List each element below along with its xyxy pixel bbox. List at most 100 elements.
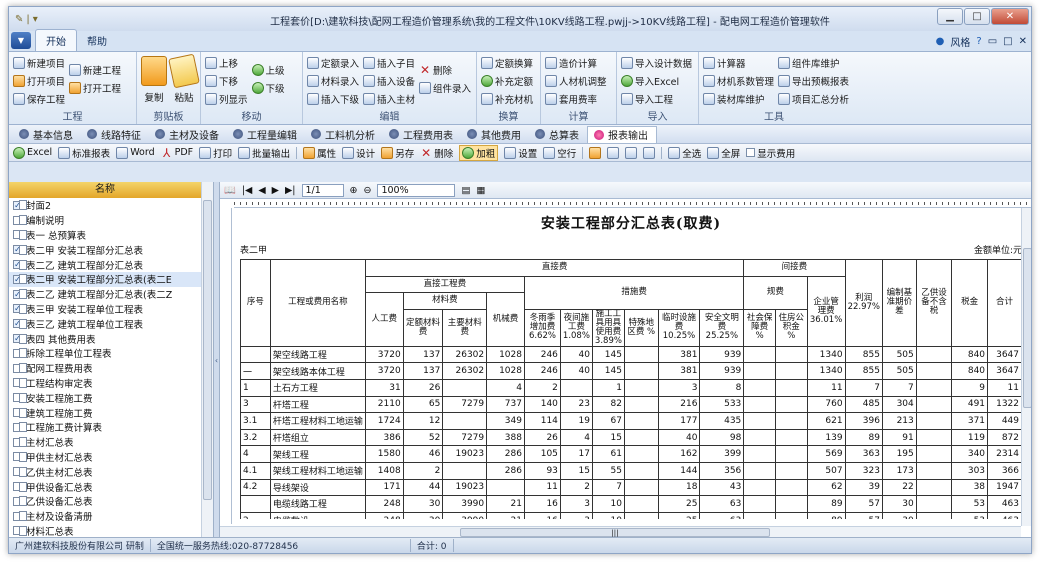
report-list-item[interactable]: 表一 总预算表 bbox=[9, 228, 213, 243]
tab-total-table[interactable]: 总算表 bbox=[529, 126, 587, 143]
report-list-item[interactable]: 甲供设备汇总表 bbox=[9, 479, 213, 494]
report-list-item[interactable]: ✓ 表二乙 建筑工程部分汇总表(表二Z bbox=[9, 287, 213, 302]
new-project-button[interactable]: 新建项目 bbox=[13, 54, 65, 71]
quota-entry-button[interactable]: 定额录入 bbox=[307, 54, 359, 71]
level-up-button[interactable]: 上级 bbox=[251, 61, 285, 78]
zoom-in-icon[interactable]: ⊕ bbox=[350, 185, 358, 196]
report-list-item[interactable]: ✓ 表三甲 安装工程单位工程表 bbox=[9, 302, 213, 317]
new-file-button[interactable] bbox=[607, 146, 620, 159]
page-setup-icon[interactable]: ▦ bbox=[476, 185, 485, 196]
scroll-thumb[interactable]: ||| bbox=[460, 528, 770, 537]
ribbon-restore-icon[interactable]: □ bbox=[1003, 36, 1012, 47]
insert-sublevel-button[interactable]: 插入下级 bbox=[307, 90, 359, 107]
blank-row-button[interactable]: 空行 bbox=[543, 146, 576, 160]
delete-button[interactable]: ✕ 删除 bbox=[419, 61, 471, 78]
cost-calc-button[interactable]: 造价计算 bbox=[545, 54, 607, 71]
export-file-button[interactable] bbox=[643, 146, 656, 159]
scroll-thumb[interactable] bbox=[203, 200, 212, 500]
minimize-button[interactable]: ▁ bbox=[937, 8, 963, 25]
first-page-icon[interactable]: |◀ bbox=[242, 185, 253, 196]
tab-cost-table[interactable]: 工程费用表 bbox=[383, 126, 461, 143]
material-coef-button[interactable]: 材机系数管理 bbox=[703, 72, 774, 89]
view-mode-icon[interactable]: ▤ bbox=[461, 185, 470, 196]
last-page-icon[interactable]: ▶| bbox=[285, 185, 296, 196]
tab-quantity[interactable]: 工程量编辑 bbox=[227, 126, 305, 143]
report-list-item[interactable]: 工程施工费计算表 bbox=[9, 420, 213, 435]
ribbon-minimize-icon[interactable]: ▭ bbox=[988, 36, 997, 47]
insert-subitem-button[interactable]: 插入子目 bbox=[363, 54, 415, 71]
level-down-button[interactable]: 下级 bbox=[251, 79, 285, 96]
report-list-item[interactable]: 拆除工程单位工程表 bbox=[9, 346, 213, 361]
delete-report-button[interactable]: ✕ 删除 bbox=[420, 146, 453, 160]
report-list-item[interactable]: ✓ 表二乙 建筑工程部分汇总表 bbox=[9, 257, 213, 272]
fullscreen-button[interactable]: 全屏 bbox=[707, 146, 740, 160]
move-down-button[interactable]: 下移 bbox=[205, 72, 248, 89]
select-all-button[interactable]: 全选 bbox=[668, 146, 701, 160]
project-summary-button[interactable]: 项目汇总分析 bbox=[778, 90, 849, 107]
report-list-item[interactable]: 编制说明 bbox=[9, 213, 213, 228]
component-entry-button[interactable]: 组件录入 bbox=[419, 79, 471, 96]
report-list-item[interactable]: ✓ 封面2 bbox=[9, 198, 213, 213]
pdf-button[interactable]: ⅄ PDF bbox=[161, 147, 193, 159]
report-list-item[interactable]: 乙供设备汇总表 bbox=[9, 494, 213, 509]
material-lib-button[interactable]: 装材库维护 bbox=[703, 90, 774, 107]
report-list-item[interactable]: 工程结构审定表 bbox=[9, 376, 213, 391]
calculator-button[interactable]: 计算器 bbox=[703, 54, 774, 71]
image-button[interactable] bbox=[625, 146, 638, 159]
report-list-item[interactable]: 主材及设备清册 bbox=[9, 509, 213, 524]
zoom-select[interactable]: 100% bbox=[377, 183, 456, 197]
report-list-item[interactable]: ✓ 表四 其他费用表 bbox=[9, 331, 213, 346]
style-menu[interactable]: 风格 bbox=[950, 34, 970, 49]
quota-convert-button[interactable]: 定额换算 bbox=[481, 54, 533, 71]
settings-button[interactable]: 设置 bbox=[504, 146, 537, 160]
tab-basic-info[interactable]: 基本信息 bbox=[13, 126, 81, 143]
report-list-item[interactable]: 建筑工程施工费 bbox=[9, 405, 213, 420]
supplement-quota-button[interactable]: 补充定额 bbox=[481, 72, 533, 89]
report-list-item[interactable]: ✓ 表二甲 安装工程部分汇总表 bbox=[9, 242, 213, 257]
supplement-material-button[interactable]: 补充材机 bbox=[481, 90, 533, 107]
zoom-out-icon[interactable]: ⊖ bbox=[363, 185, 371, 196]
tab-start[interactable]: 开始 bbox=[35, 29, 77, 51]
maximize-button[interactable]: □ bbox=[964, 8, 990, 25]
material-entry-button[interactable]: 材料录入 bbox=[307, 72, 359, 89]
insert-main-material-button[interactable]: 插入主材 bbox=[363, 90, 415, 107]
report-list-item[interactable]: ✓ 表三乙 建筑工程单位工程表 bbox=[9, 316, 213, 331]
prev-page-icon[interactable]: ◀ bbox=[258, 185, 265, 196]
column-display-button[interactable]: 列显示 bbox=[205, 90, 248, 107]
open-project-button[interactable]: 打开项目 bbox=[13, 72, 65, 89]
move-up-button[interactable]: 上移 bbox=[205, 54, 248, 71]
export-report-button[interactable]: 导出预概报表 bbox=[778, 72, 849, 89]
component-lib-button[interactable]: 组件库维护 bbox=[778, 54, 849, 71]
scroll-thumb[interactable] bbox=[1023, 248, 1031, 408]
report-list-scrollbar[interactable] bbox=[201, 182, 213, 538]
standard-report-button[interactable]: 标准报表 bbox=[58, 146, 110, 160]
tab-other-fees[interactable]: 其他费用 bbox=[461, 126, 529, 143]
word-button[interactable]: Word bbox=[116, 146, 155, 159]
app-menu-button[interactable]: ▼ bbox=[11, 32, 31, 49]
next-page-icon[interactable]: ▶ bbox=[272, 185, 279, 196]
save-project-button[interactable]: 保存工程 bbox=[13, 90, 65, 107]
tab-labor-analysis[interactable]: 工料机分析 bbox=[305, 126, 383, 143]
report-list-item[interactable]: 安装工程施工费 bbox=[9, 390, 213, 405]
book-icon[interactable]: 📖 bbox=[224, 185, 236, 196]
tab-line-features[interactable]: 线路特征 bbox=[81, 126, 149, 143]
apply-rate-button[interactable]: 套用费率 bbox=[545, 90, 607, 107]
page-number-field[interactable]: 1/1 bbox=[301, 183, 344, 197]
new-project-item-button[interactable]: 新建工程 bbox=[69, 61, 121, 78]
report-list-item[interactable]: ✓ 表二甲 安装工程部分汇总表(表二E bbox=[9, 271, 213, 287]
properties-button[interactable]: 属性 bbox=[303, 146, 336, 160]
tab-report-output[interactable]: 报表输出 bbox=[587, 125, 657, 143]
report-list-item[interactable]: 甲供主材汇总表 bbox=[9, 450, 213, 465]
tab-help[interactable]: 帮助 bbox=[77, 30, 117, 51]
excel-button[interactable]: Excel bbox=[13, 146, 52, 159]
ribbon-close-icon[interactable]: ✕ bbox=[1019, 36, 1027, 47]
import-excel-button[interactable]: 导入Excel bbox=[621, 72, 692, 89]
design-button[interactable]: 设计 bbox=[342, 146, 375, 160]
labor-material-adjust-button[interactable]: 人材机调整 bbox=[545, 72, 607, 89]
report-list-item[interactable]: 配网工程费用表 bbox=[9, 361, 213, 376]
open-folder-button[interactable] bbox=[589, 146, 602, 159]
report-list-item[interactable]: 主材汇总表 bbox=[9, 435, 213, 450]
copy-button[interactable]: 复制 bbox=[141, 54, 167, 110]
print-button[interactable]: 打印 bbox=[199, 146, 232, 160]
import-design-button[interactable]: 导入设计数据 bbox=[621, 54, 692, 71]
